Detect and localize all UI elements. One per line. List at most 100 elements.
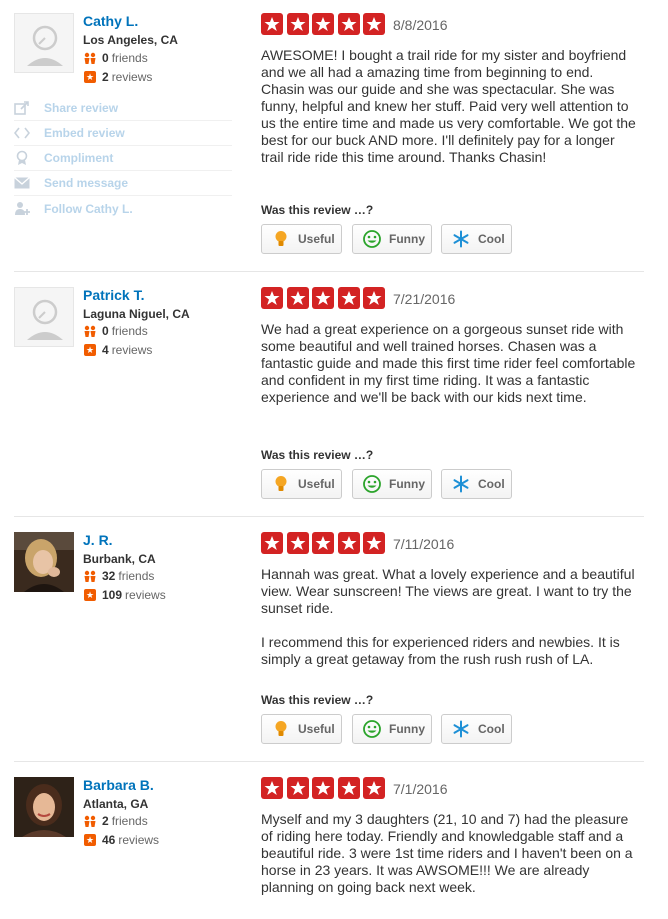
user-name[interactable]: Cathy L. xyxy=(83,13,138,29)
reviews-label: reviews xyxy=(125,588,166,602)
reviews-number: 4 xyxy=(102,343,109,357)
snowflake-icon xyxy=(452,230,470,248)
star-icon xyxy=(286,287,309,309)
user-avatar[interactable] xyxy=(14,777,74,837)
send-message-link[interactable]: Send message xyxy=(14,171,232,196)
star-rating xyxy=(261,777,389,799)
user-avatar[interactable] xyxy=(14,13,74,73)
review-card: Cathy L. Los Angeles, CA 0 friends ★ 2 rev… xyxy=(14,13,644,263)
useful-button[interactable]: Useful xyxy=(261,714,342,744)
lightbulb-icon xyxy=(272,230,290,248)
star-icon xyxy=(312,532,334,554)
friends-icon xyxy=(83,51,97,65)
star-icon xyxy=(363,777,385,799)
funny-label: Funny xyxy=(389,232,425,246)
star-icon xyxy=(261,287,283,309)
review-date: 7/21/2016 xyxy=(393,291,456,307)
star-icon xyxy=(312,777,334,799)
reviews-number: 46 xyxy=(102,833,116,847)
cool-button[interactable]: Cool xyxy=(441,224,512,254)
friend-count: 2 friends xyxy=(83,814,148,828)
funny-label: Funny xyxy=(389,722,425,736)
user-location: Atlanta, GA xyxy=(83,797,149,811)
vote-prompt: Was this review …? xyxy=(261,448,374,462)
review-card: Patrick T. Laguna Niguel, CA 0 friends ★ … xyxy=(14,287,644,509)
smiley-icon xyxy=(363,230,381,248)
follow-user-link[interactable]: Follow Cathy L. xyxy=(14,196,232,221)
review-date: 7/1/2016 xyxy=(393,781,448,797)
reviews-number: 109 xyxy=(102,588,123,602)
review-card: Barbara B. Atlanta, GA 2 friends ★ 46 revi… xyxy=(14,777,644,919)
star-rating xyxy=(261,13,389,35)
review-date: 8/8/2016 xyxy=(393,17,448,33)
snowflake-icon xyxy=(452,475,470,493)
cool-label: Cool xyxy=(478,232,505,246)
user-location: Laguna Niguel, CA xyxy=(83,307,190,321)
star-rating xyxy=(261,532,389,554)
friends-label: friends xyxy=(111,51,148,65)
review-star-icon: ★ xyxy=(84,834,96,846)
user-name[interactable]: Barbara B. xyxy=(83,777,154,793)
funny-button[interactable]: Funny xyxy=(352,714,432,744)
cool-button[interactable]: Cool xyxy=(441,714,512,744)
useful-label: Useful xyxy=(298,722,335,736)
follow-user-label: Follow Cathy L. xyxy=(44,201,133,216)
award-icon xyxy=(14,150,44,166)
review-text: Myself and my 3 daughters (21, 10 and 7)… xyxy=(261,811,636,896)
send-message-label: Send message xyxy=(44,176,129,190)
cool-button[interactable]: Cool xyxy=(441,469,512,499)
funny-button[interactable]: Funny xyxy=(352,224,432,254)
friends-number: 2 xyxy=(102,814,109,828)
star-icon xyxy=(337,287,360,309)
review-star-icon: ★ xyxy=(84,71,96,83)
lightbulb-icon xyxy=(272,475,290,493)
star-icon xyxy=(363,13,385,35)
user-location: Burbank, CA xyxy=(83,552,156,566)
cool-label: Cool xyxy=(478,477,505,491)
reviews-number: 2 xyxy=(102,70,109,84)
follow-user-icon xyxy=(14,201,44,217)
friends-label: friends xyxy=(111,324,148,338)
star-icon xyxy=(337,13,360,35)
user-avatar[interactable] xyxy=(14,532,74,592)
user-name[interactable]: Patrick T. xyxy=(83,287,144,303)
review-paragraph: AWESOME! I bought a trail ride for my si… xyxy=(261,47,636,165)
smiley-icon xyxy=(363,475,381,493)
embed-icon xyxy=(14,126,44,140)
vote-prompt: Was this review …? xyxy=(261,203,374,217)
review-count: ★ 109 reviews xyxy=(83,588,166,602)
user-location: Los Angeles, CA xyxy=(83,33,178,47)
star-icon xyxy=(363,532,385,554)
review-paragraph: We had a great experience on a gorgeous … xyxy=(261,321,636,405)
default-avatar-icon xyxy=(27,299,63,340)
embed-review-link[interactable]: Embed review xyxy=(14,121,232,146)
user-name[interactable]: J. R. xyxy=(83,532,113,548)
reviews-label: reviews xyxy=(118,833,160,847)
star-icon xyxy=(261,532,283,554)
star-icon xyxy=(363,287,385,309)
useful-button[interactable]: Useful xyxy=(261,224,342,254)
star-icon xyxy=(337,777,360,799)
vote-prompt: Was this review …? xyxy=(261,693,374,707)
review-text: We had a great experience on a gorgeous … xyxy=(261,321,636,406)
useful-button[interactable]: Useful xyxy=(261,469,342,499)
friends-number: 32 xyxy=(102,569,116,583)
funny-label: Funny xyxy=(389,477,425,491)
share-icon xyxy=(14,101,44,115)
friends-label: friends xyxy=(118,569,155,583)
friends-icon xyxy=(83,569,97,583)
star-rating xyxy=(261,287,389,309)
user-avatar[interactable] xyxy=(14,287,74,347)
reviews-label: reviews xyxy=(111,70,153,84)
share-review-link[interactable]: Share review xyxy=(14,96,232,121)
useful-label: Useful xyxy=(298,477,335,491)
friends-label: friends xyxy=(111,814,148,828)
user-photo xyxy=(14,532,74,592)
compliment-link[interactable]: Compliment xyxy=(14,146,232,171)
star-icon xyxy=(261,13,283,35)
reviews-label: reviews xyxy=(111,343,153,357)
friends-number: 0 xyxy=(102,324,109,338)
funny-button[interactable]: Funny xyxy=(352,469,432,499)
friend-count: 0 friends xyxy=(83,324,148,338)
friend-count: 32 friends xyxy=(83,569,154,583)
